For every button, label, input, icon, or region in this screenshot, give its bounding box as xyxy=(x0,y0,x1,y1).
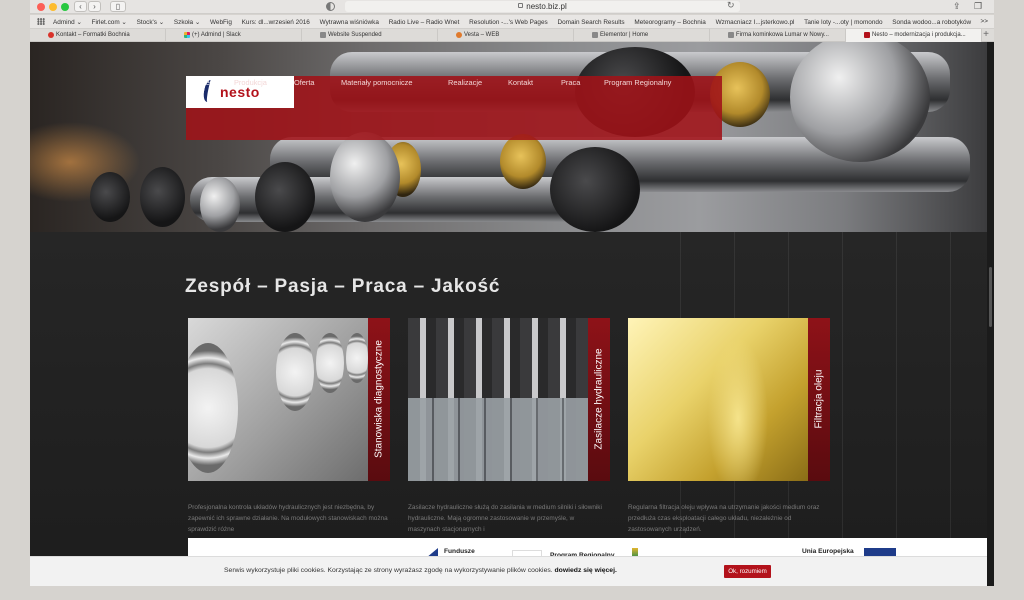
tab-title: (+) Admind | Slack xyxy=(192,32,241,38)
tab-overview-icon[interactable]: ❐ xyxy=(974,1,982,12)
menu-realizacje[interactable]: Realizacje xyxy=(448,78,482,87)
tab-slack[interactable]: (+) Admind | Slack xyxy=(166,29,302,42)
eu-flag-icon xyxy=(864,548,896,556)
back-button[interactable]: ‹ xyxy=(74,1,87,12)
favicon-icon xyxy=(48,32,54,38)
menu-oferta[interactable]: Oferta xyxy=(294,78,315,87)
favicon-icon xyxy=(592,32,598,38)
sidebar-icon[interactable]: ▯ xyxy=(110,1,126,12)
tab-lumar[interactable]: Firma kominkowa Lumar w Nowy... xyxy=(710,29,846,42)
menu-produkcja[interactable]: Produkcja xyxy=(234,78,267,87)
card-description: Profesjonalna kontrola układów hydraulic… xyxy=(188,504,388,534)
bookmark-item[interactable]: Meteorogramy – Bochnia xyxy=(634,19,705,26)
bookmark-item[interactable]: WebFig xyxy=(210,19,232,26)
card-label: Stanowiska diagnostyczne xyxy=(373,340,385,458)
bookmark-item[interactable]: Sonda wodoo...a robotyków xyxy=(892,19,971,26)
tab-elementor[interactable]: Elementor | Home xyxy=(574,29,710,42)
card-stanowiska-diagnostyczne[interactable]: Stanowiska diagnostyczne xyxy=(188,318,390,481)
menu-home[interactable]: Home xyxy=(190,78,210,87)
tab-title: Vesta – WEB xyxy=(464,32,500,38)
tab-title: Nesto – modernizacja i produkcja... xyxy=(872,32,966,38)
bookmark-item[interactable]: Tanie loty -...oty | momondo xyxy=(804,19,882,26)
page-scrollbar[interactable] xyxy=(987,42,994,586)
tab-nesto-active[interactable]: Nesto – modernizacja i produkcja... xyxy=(846,29,982,42)
favicon-icon xyxy=(320,32,326,38)
scrollbar-thumb[interactable] xyxy=(989,267,992,327)
menu-kontakt[interactable]: Kontakt xyxy=(508,78,533,87)
address-bar[interactable]: nesto.biz.pl xyxy=(345,1,740,12)
bookmark-item[interactable]: Szkoła ⌄ xyxy=(174,19,200,26)
card-photo xyxy=(408,318,588,481)
eu-funds-banner: Fundusze Program Regionalny Unia Europej… xyxy=(188,538,988,559)
cookie-text: Serwis wykorzystuje pliki cookies. Korzy… xyxy=(224,567,553,574)
bookmark-item[interactable]: Stock's ⌄ xyxy=(137,19,165,26)
menu-program-regionalny[interactable]: Program Regionalny xyxy=(604,78,671,87)
bookmark-item[interactable]: Resolution -...'s Web Pages xyxy=(469,19,548,26)
card-photo xyxy=(188,318,368,481)
card-photo xyxy=(628,318,808,481)
bookmark-item[interactable]: Firlet.com ⌄ xyxy=(92,19,127,26)
bookmark-item[interactable]: Wytrawna wiśniówka xyxy=(320,19,379,26)
nesto-favicon-icon xyxy=(864,32,870,38)
apps-grid-icon[interactable] xyxy=(37,18,45,25)
new-tab-button[interactable]: + xyxy=(983,29,989,41)
tab-kontakt-formatki[interactable]: Kontakt – Formatki Bochnia xyxy=(30,29,166,42)
tab-title: Kontakt – Formatki Bochnia xyxy=(56,32,130,38)
favicon-icon xyxy=(456,32,462,38)
bookmark-list: Admind ⌄ Firlet.com ⌄ Stock's ⌄ Szkoła ⌄… xyxy=(53,18,979,26)
bookmark-item[interactable]: Wzmacniacz I...jsterkowo.pl xyxy=(716,19,795,26)
bookmark-item[interactable]: Radio Live – Radio Wnet xyxy=(389,19,460,26)
favicon-icon xyxy=(728,32,734,38)
card-label: Zasilacze hydrauliczne xyxy=(593,348,605,450)
minimize-window-button[interactable] xyxy=(49,3,57,11)
tab-vesta[interactable]: Vesta – WEB xyxy=(438,29,574,42)
menu-materialy-pomocnicze[interactable]: Materiały pomocnicze xyxy=(341,78,412,87)
menu-praca[interactable]: Praca xyxy=(561,78,580,87)
card-label: Filtracja oleju xyxy=(813,369,825,429)
privacy-shield-icon[interactable] xyxy=(326,2,335,11)
slack-icon xyxy=(184,32,190,38)
cookie-banner: Serwis wykorzystuje pliki cookies. Korzy… xyxy=(30,556,987,586)
url-text: nesto.biz.pl xyxy=(526,2,567,11)
share-icon[interactable]: ⇪ xyxy=(953,1,961,12)
tab-title: Firma kominkowa Lumar w Nowy... xyxy=(736,32,829,38)
tab-website-suspended[interactable]: Website Suspended xyxy=(302,29,438,42)
card-description: Zasilacze hydrauliczne służą do zasilani… xyxy=(408,504,602,534)
card-zasilacze-hydrauliczne[interactable]: Zasilacze hydrauliczne xyxy=(408,318,610,481)
tab-title: Website Suspended xyxy=(328,32,382,38)
tab-bar: Kontakt – Formatki Bochnia (+) Admind | … xyxy=(30,29,994,42)
card-filtracja-oleju[interactable]: Filtracja oleju xyxy=(628,318,830,481)
cookie-more-link[interactable]: dowiedz się więcej. xyxy=(555,567,617,574)
lock-icon xyxy=(518,3,524,8)
ue-label: Unia Europejska xyxy=(802,548,854,555)
bookmark-item[interactable]: Kurs: dl...wrzesień 2016 xyxy=(242,19,310,26)
bookmark-item[interactable]: Domain Search Results xyxy=(558,19,625,26)
browser-titlebar: ‹ › ▯ nesto.biz.pl ↻ ⇪ ❐ xyxy=(30,0,994,14)
bookmarks-bar: Admind ⌄ Firlet.com ⌄ Stock's ⌄ Szkoła ⌄… xyxy=(30,15,994,29)
reload-icon[interactable]: ↻ xyxy=(727,0,735,11)
forward-button[interactable]: › xyxy=(88,1,101,12)
card-description: Regularna filtracja oleju wpływa na utrz… xyxy=(628,504,820,534)
bookmark-item[interactable]: Admind ⌄ xyxy=(53,19,82,26)
page-headline: Zespół – Pasja – Praca – Jakość xyxy=(185,276,501,297)
fundusze-label: Fundusze xyxy=(444,548,475,555)
zoom-window-button[interactable] xyxy=(61,3,69,11)
close-window-button[interactable] xyxy=(37,3,45,11)
tab-title: Elementor | Home xyxy=(600,32,649,38)
cookie-accept-button[interactable]: Ok, rozumiem xyxy=(724,565,771,578)
cookie-message: Serwis wykorzystuje pliki cookies. Korzy… xyxy=(224,567,617,574)
bookmarks-overflow-button[interactable]: >> xyxy=(981,18,988,25)
